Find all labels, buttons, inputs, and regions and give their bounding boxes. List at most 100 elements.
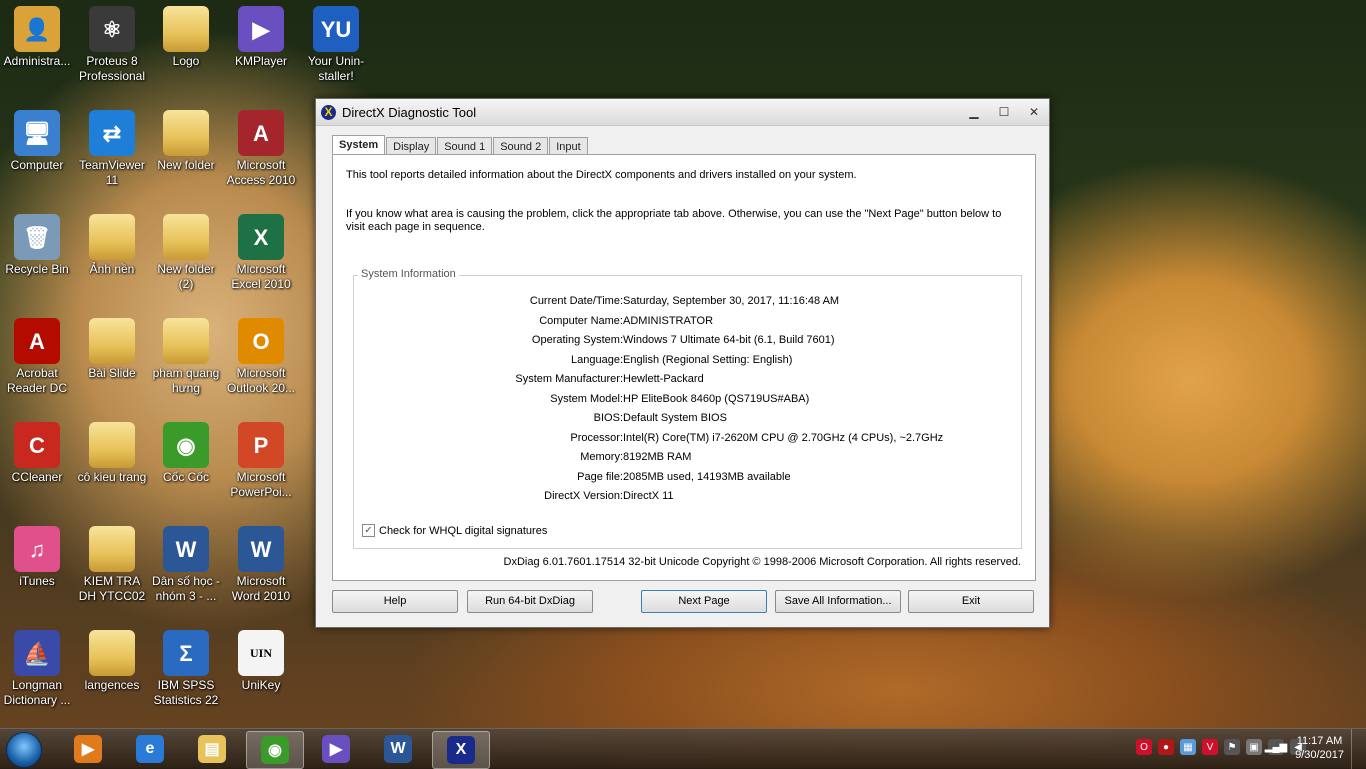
- copyright-text: DxDiag 6.01.7601.17514 32-bit Unicode Co…: [503, 556, 1021, 568]
- desktop-icon[interactable]: 🗑 Recycle Bin: [0, 208, 74, 277]
- directx-diagnostic-window: X DirectX Diagnostic Tool ▁ ☐ ✕ System D…: [315, 98, 1050, 628]
- system-info-row: System Manufacturer: Hewlett-Packard: [354, 373, 1021, 387]
- desktop-icon[interactable]: ⛵ Longman Dictionary ...: [0, 624, 74, 708]
- app-icon: A: [238, 110, 284, 156]
- desktop-icon-label: Bài Slide: [88, 366, 136, 380]
- desktop-icon-label: Microsoft Access 2010: [226, 158, 296, 187]
- exit-button[interactable]: Exit: [908, 590, 1034, 613]
- desktop-icon-label: Acrobat Reader DC: [6, 366, 68, 395]
- app-icon: X: [238, 214, 284, 260]
- desktop-icon[interactable]: UIN UniKey: [224, 624, 298, 693]
- unikey-icon[interactable]: V: [1202, 739, 1218, 755]
- desktop-icon[interactable]: New folder (2): [149, 208, 223, 292]
- antivirus-icon[interactable]: ●: [1158, 739, 1174, 755]
- internet-explorer-icon: e: [136, 735, 164, 763]
- system-info-key: Computer Name:: [539, 314, 623, 327]
- taskbar-media-player[interactable]: ▶: [60, 731, 116, 767]
- taskbar-word[interactable]: W: [370, 731, 426, 767]
- maximize-button[interactable]: ☐: [989, 105, 1019, 119]
- desktop-icon[interactable]: W Dân số học - nhóm 3 - ...: [149, 520, 223, 604]
- system-info-value: 8192MB RAM: [623, 451, 692, 463]
- signal-icon[interactable]: ▂▄▆: [1265, 739, 1287, 755]
- intro-text-1: This tool reports detailed information a…: [346, 169, 857, 181]
- desktop-icon[interactable]: YU Your Unin-staller!: [299, 0, 373, 84]
- desktop-icon[interactable]: cô kieu trang: [75, 416, 149, 485]
- save-all-information-button[interactable]: Save All Information...: [775, 590, 901, 613]
- desktop-icon[interactable]: C CCleaner: [0, 416, 74, 485]
- app-icon: ⚛: [89, 6, 135, 52]
- desktop-icon-label: Longman Dictionary ...: [3, 678, 71, 707]
- desktop-icon[interactable]: pham quang hưng: [149, 312, 223, 396]
- system-info-row: Page file: 2085MB used, 14193MB available: [354, 471, 1021, 485]
- network-icon[interactable]: ▦: [1180, 739, 1196, 755]
- devices-icon[interactable]: ▣: [1246, 739, 1262, 755]
- app-icon: ▶: [238, 6, 284, 52]
- show-desktop-button[interactable]: [1351, 729, 1366, 769]
- desktop-icon-label: Computer: [10, 158, 64, 172]
- coccoc-browser-icon: ◉: [261, 736, 289, 764]
- intro-text-2: If you know what area is causing the pro…: [346, 208, 1002, 233]
- next-page-button[interactable]: Next Page: [641, 590, 767, 613]
- system-info-row: Memory: 8192MB RAM: [354, 451, 1021, 465]
- app-icon: W: [238, 526, 284, 572]
- desktop-icon[interactable]: ♫ iTunes: [0, 520, 74, 589]
- desktop-icon[interactable]: KIEM TRA DH YTCC02: [75, 520, 149, 604]
- desktop-icon-label: langences: [84, 678, 140, 692]
- help-button[interactable]: Help: [332, 590, 458, 613]
- desktop-icon[interactable]: A Microsoft Access 2010: [224, 104, 298, 188]
- app-icon: ⇄: [89, 110, 135, 156]
- desktop-icon[interactable]: ⚛ Proteus 8 Professional: [75, 0, 149, 84]
- desktop-icon[interactable]: 🖥 Computer: [0, 104, 74, 173]
- desktop-icon[interactable]: A Acrobat Reader DC: [0, 312, 74, 396]
- taskbar-internet-explorer[interactable]: e: [122, 731, 178, 767]
- dxdiag-icon: X: [447, 736, 475, 764]
- desktop-icon[interactable]: Bài Slide: [75, 312, 149, 381]
- taskbar-dxdiag[interactable]: X: [432, 731, 490, 769]
- app-icon: A: [14, 318, 60, 364]
- desktop-icon[interactable]: ◉ Cốc Cốc: [149, 416, 223, 485]
- taskbar-kmplayer[interactable]: ▶: [308, 731, 364, 767]
- system-info-key: DirectX Version:: [544, 490, 623, 502]
- close-button[interactable]: ✕: [1019, 105, 1049, 119]
- desktop-icon[interactable]: New folder: [149, 104, 223, 173]
- system-information-group: System Information Current Date/Time: Sat…: [353, 268, 1022, 549]
- app-icon: P: [238, 422, 284, 468]
- run-64bit-dxdiag-button[interactable]: Run 64-bit DxDiag: [467, 590, 593, 613]
- taskbar-file-explorer[interactable]: ▤: [184, 731, 240, 767]
- whql-checkbox[interactable]: ✓: [362, 524, 375, 537]
- app-icon: YU: [313, 6, 359, 52]
- desktop-icon[interactable]: 👤 Administra...: [0, 0, 74, 69]
- desktop-icon[interactable]: Logo: [149, 0, 223, 69]
- opera-icon[interactable]: O: [1136, 739, 1152, 755]
- title-bar[interactable]: X DirectX Diagnostic Tool ▁ ☐ ✕: [316, 99, 1049, 126]
- kmplayer-icon: ▶: [322, 735, 350, 763]
- whql-checkbox-row[interactable]: ✓ Check for WHQL digital signatures: [362, 524, 547, 537]
- minimize-button[interactable]: ▁: [959, 105, 989, 119]
- desktop-icon-label: IBM SPSS Statistics 22: [153, 678, 219, 707]
- system-info-key: Operating System:: [531, 334, 623, 346]
- app-icon: ♫: [14, 526, 60, 572]
- app-icon: W: [163, 526, 209, 572]
- app-icon: 🖥: [14, 110, 60, 156]
- flag-icon[interactable]: ⚑: [1224, 739, 1240, 755]
- desktop-icon[interactable]: langences: [75, 624, 149, 693]
- desktop-icon[interactable]: X Microsoft Excel 2010: [224, 208, 298, 292]
- folder-icon: [163, 6, 209, 52]
- group-label: System Information: [358, 268, 459, 280]
- desktop-icon[interactable]: Σ IBM SPSS Statistics 22: [149, 624, 223, 708]
- desktop-icon-label: iTunes: [19, 574, 55, 588]
- desktop-icon[interactable]: ⇄ TeamViewer 11: [75, 104, 149, 188]
- start-button[interactable]: [6, 732, 42, 768]
- desktop-icon[interactable]: O Microsoft Outlook 20...: [224, 312, 298, 396]
- system-info-row: Current Date/Time: Saturday, September 30…: [354, 295, 1021, 309]
- desktop-icon[interactable]: ▶ KMPlayer: [224, 0, 298, 69]
- clock[interactable]: 11:17 AM 9/30/2017: [1295, 734, 1344, 762]
- desktop-icon[interactable]: Ảnh nền: [75, 208, 149, 277]
- system-info-key: Memory:: [580, 451, 623, 463]
- desktop-icon-label: New folder (2): [157, 262, 215, 291]
- desktop-icon[interactable]: P Microsoft PowerPoi...: [224, 416, 298, 500]
- system-info-value: Windows 7 Ultimate 64-bit (6.1, Build 76…: [623, 334, 835, 346]
- desktop-icon[interactable]: W Microsoft Word 2010: [224, 520, 298, 604]
- desktop-icon-label: Microsoft Word 2010: [231, 574, 291, 603]
- taskbar-coccoc-browser[interactable]: ◉: [246, 731, 304, 769]
